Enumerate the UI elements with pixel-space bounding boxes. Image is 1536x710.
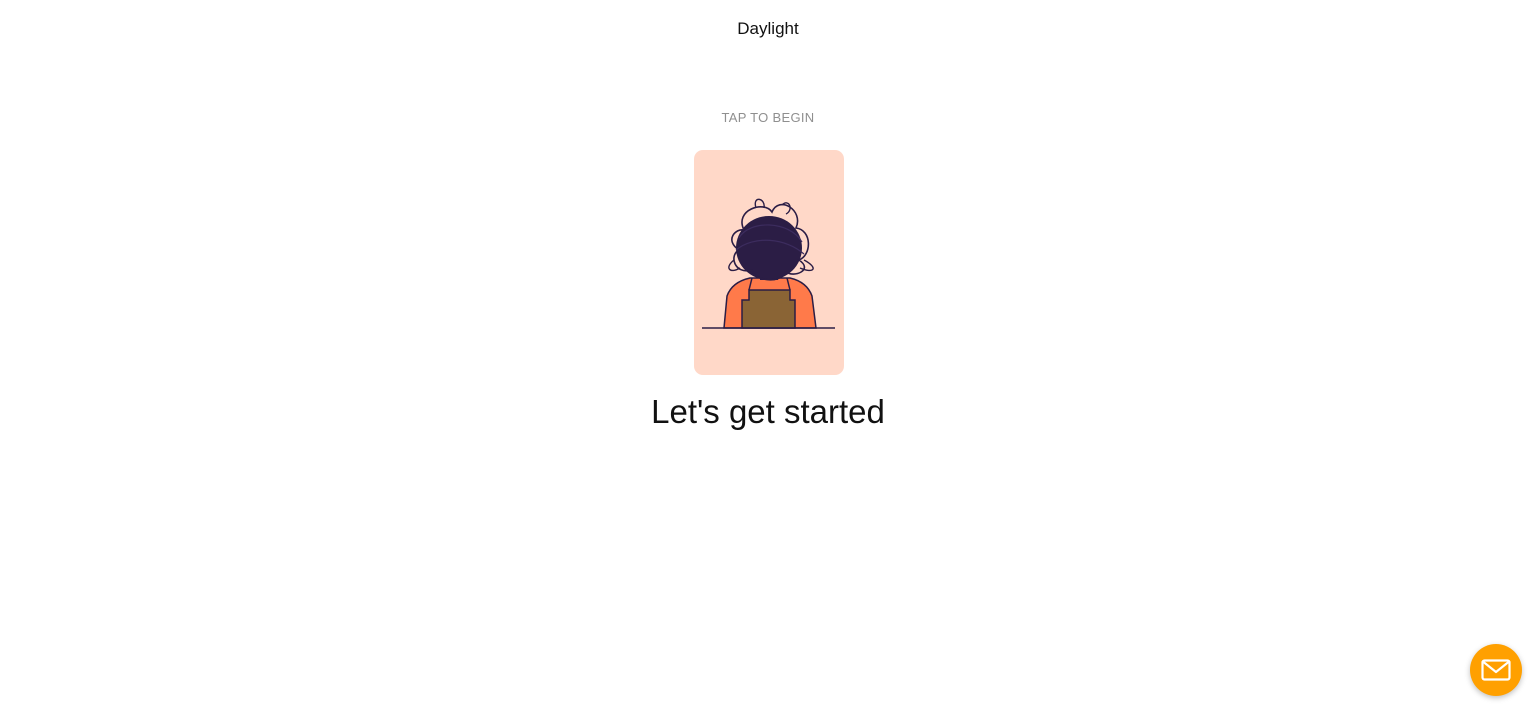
page-headline: Let's get started	[651, 393, 885, 430]
mail-envelope-icon	[1481, 659, 1511, 681]
person-scribbled-head-illustration-icon	[702, 198, 835, 329]
tap-to-begin-label[interactable]: TAP TO BEGIN	[0, 110, 1536, 126]
start-card[interactable]	[694, 150, 844, 375]
page: Daylight TAP TO BEGIN Let's get started	[0, 0, 1536, 710]
contact-button[interactable]	[1470, 644, 1522, 696]
brand-title: Daylight	[737, 19, 799, 38]
